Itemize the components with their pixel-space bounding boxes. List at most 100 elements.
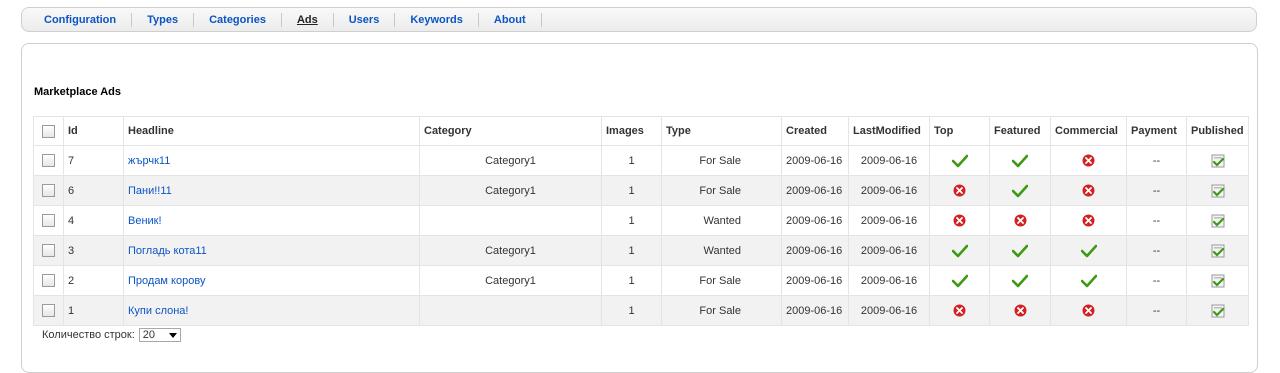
row-featured-cell[interactable] — [989, 205, 1051, 236]
row-published-cell[interactable] — [1186, 145, 1249, 176]
row-top-cell[interactable] — [929, 265, 990, 296]
row-select-cell[interactable] — [33, 145, 64, 176]
published-icon[interactable] — [1211, 184, 1225, 197]
col-published[interactable]: Published — [1186, 116, 1249, 146]
cross-icon[interactable] — [1082, 154, 1095, 167]
row-top-cell[interactable] — [929, 295, 990, 326]
row-payment: -- — [1126, 175, 1187, 206]
cross-icon[interactable] — [1082, 214, 1095, 227]
check-icon[interactable] — [951, 274, 968, 287]
row-headline-link[interactable]: Продам корову — [128, 275, 205, 287]
check-icon[interactable] — [1012, 244, 1028, 257]
published-icon[interactable] — [1211, 274, 1225, 287]
nav-keywords[interactable]: Keywords — [395, 12, 479, 27]
cross-icon[interactable] — [953, 304, 966, 317]
published-icon[interactable] — [1211, 244, 1225, 257]
row-checkbox[interactable] — [42, 304, 55, 317]
col-payment[interactable]: Payment — [1126, 116, 1187, 146]
row-headline-link[interactable]: жърчк11 — [128, 155, 170, 167]
row-commercial-cell[interactable] — [1050, 265, 1127, 296]
nav-ads[interactable]: Ads — [282, 12, 334, 27]
row-category: Category1 — [419, 265, 602, 296]
row-published-cell[interactable] — [1186, 265, 1249, 296]
row-type: For Sale — [661, 175, 782, 206]
row-select-cell[interactable] — [33, 295, 64, 326]
row-published-cell[interactable] — [1186, 205, 1249, 236]
nav-types[interactable]: Types — [132, 12, 195, 27]
row-checkbox[interactable] — [42, 214, 55, 227]
row-commercial-cell[interactable] — [1050, 145, 1127, 176]
row-featured-cell[interactable] — [989, 145, 1051, 176]
check-icon[interactable] — [1080, 274, 1097, 287]
row-headline-link[interactable]: Веник! — [128, 215, 162, 227]
cross-icon[interactable] — [1014, 214, 1027, 227]
cross-icon[interactable] — [1082, 304, 1095, 317]
row-type: Wanted — [661, 205, 782, 236]
row-published-cell[interactable] — [1186, 175, 1249, 206]
row-id: 2 — [63, 265, 124, 296]
select-all-cell[interactable] — [33, 116, 64, 146]
row-published-cell[interactable] — [1186, 295, 1249, 326]
row-payment: -- — [1126, 295, 1187, 326]
col-type[interactable]: Type — [661, 116, 782, 146]
row-images: 1 — [601, 145, 662, 176]
row-checkbox[interactable] — [42, 184, 55, 197]
row-checkbox[interactable] — [42, 154, 55, 167]
nav-categories[interactable]: Categories — [194, 12, 282, 27]
published-icon[interactable] — [1211, 304, 1225, 317]
row-featured-cell[interactable] — [989, 235, 1051, 266]
admin-nav-bar: Configuration Types Categories Ads Users… — [21, 7, 1257, 32]
nav-about[interactable]: About — [479, 12, 542, 27]
cross-icon[interactable] — [1014, 304, 1027, 317]
published-icon[interactable] — [1211, 214, 1225, 227]
col-images[interactable]: Images — [601, 116, 662, 146]
row-headline-link[interactable]: Погладь кота11 — [128, 245, 207, 257]
row-top-cell[interactable] — [929, 235, 990, 266]
row-headline-link[interactable]: Пани!!11 — [128, 185, 172, 197]
col-created[interactable]: Created — [781, 116, 849, 146]
row-top-cell[interactable] — [929, 145, 990, 176]
col-featured[interactable]: Featured — [989, 116, 1051, 146]
select-all-checkbox[interactable] — [42, 124, 55, 138]
row-commercial-cell[interactable] — [1050, 295, 1127, 326]
check-icon[interactable] — [1012, 274, 1028, 287]
row-commercial-cell[interactable] — [1050, 175, 1127, 206]
col-id[interactable]: Id — [63, 116, 124, 146]
row-commercial-cell[interactable] — [1050, 205, 1127, 236]
col-lastmodified[interactable]: LastModified — [848, 116, 930, 146]
check-icon[interactable] — [1080, 244, 1097, 257]
published-icon[interactable] — [1211, 154, 1225, 167]
check-icon[interactable] — [1012, 154, 1028, 167]
row-featured-cell[interactable] — [989, 295, 1051, 326]
row-lastmodified: 2009-06-16 — [848, 295, 930, 326]
row-top-cell[interactable] — [929, 205, 990, 236]
row-featured-cell[interactable] — [989, 175, 1051, 206]
row-images: 1 — [601, 235, 662, 266]
row-checkbox[interactable] — [42, 274, 55, 287]
nav-configuration[interactable]: Configuration — [29, 12, 133, 27]
row-select-cell[interactable] — [33, 175, 64, 206]
check-icon[interactable] — [951, 154, 968, 167]
col-category[interactable]: Category — [419, 116, 602, 146]
row-select-cell[interactable] — [33, 205, 64, 236]
row-headline-link[interactable]: Купи слона! — [128, 305, 188, 317]
row-published-cell[interactable] — [1186, 235, 1249, 266]
col-top[interactable]: Top — [929, 116, 990, 146]
row-commercial-cell[interactable] — [1050, 235, 1127, 266]
check-icon[interactable] — [1012, 184, 1028, 197]
col-commercial[interactable]: Commercial — [1050, 116, 1127, 146]
check-icon[interactable] — [951, 244, 968, 257]
row-category — [419, 205, 602, 236]
row-select-cell[interactable] — [33, 265, 64, 296]
nav-users[interactable]: Users — [334, 12, 396, 27]
row-checkbox[interactable] — [42, 244, 55, 257]
col-headline[interactable]: Headline — [123, 116, 420, 146]
rows-per-page-select[interactable]: 20 — [138, 328, 181, 342]
row-top-cell[interactable] — [929, 175, 990, 206]
row-payment: -- — [1126, 205, 1187, 236]
row-featured-cell[interactable] — [989, 265, 1051, 296]
cross-icon[interactable] — [953, 214, 966, 227]
cross-icon[interactable] — [953, 184, 966, 197]
cross-icon[interactable] — [1082, 184, 1095, 197]
row-select-cell[interactable] — [33, 235, 64, 266]
